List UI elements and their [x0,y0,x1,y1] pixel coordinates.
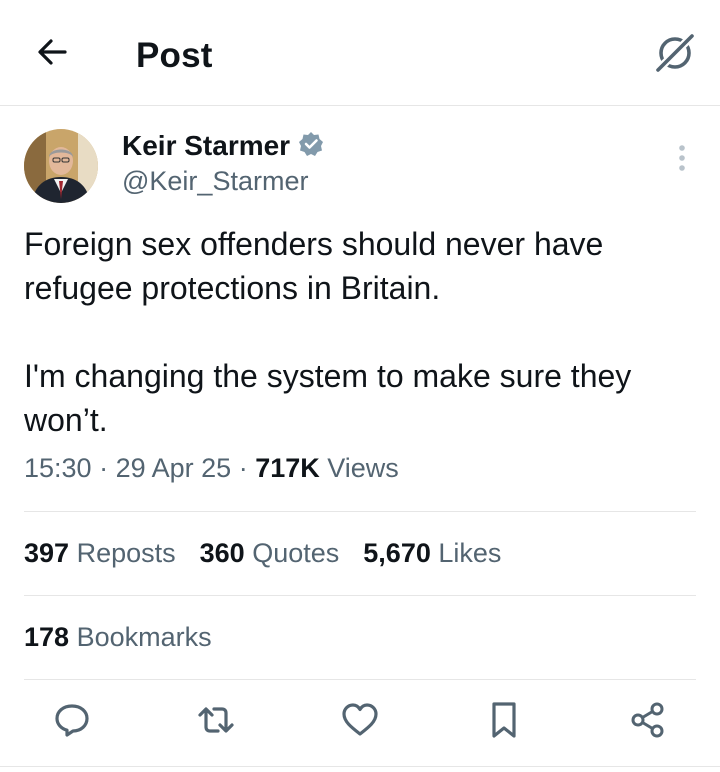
divider [24,679,696,680]
reposts-count: 397 [24,538,70,568]
action-bar [0,694,720,756]
author-display-name[interactable]: Keir Starmer [122,130,290,162]
grok-button[interactable] [648,28,702,82]
post-text: Foreign sex offenders should never have … [24,222,704,442]
post-time[interactable]: 15:30 [24,453,92,483]
engagement-stats: 397 Reposts 360 Quotes 5,670 Likes [24,538,501,569]
post-paragraph: Foreign sex offenders should never have … [24,226,604,306]
reposts-label: Reposts [76,538,176,568]
likes-count: 5,670 [363,538,431,568]
repost-icon [196,701,236,744]
avatar[interactable] [24,129,98,203]
likes-stat[interactable]: 5,670 Likes [363,538,501,569]
arrow-left-icon [35,35,69,74]
top-bar: Post [0,0,720,106]
share-icon [629,701,667,744]
more-options-button[interactable] [664,140,700,180]
author-name-row: Keir Starmer [122,130,324,162]
like-icon [341,702,379,743]
divider [24,511,696,512]
bookmarks-label: Bookmarks [76,622,212,652]
back-button[interactable] [30,32,74,76]
quotes-count: 360 [199,538,245,568]
verified-badge-icon [298,131,324,162]
quotes-stat[interactable]: 360 Quotes [200,538,340,569]
grok-icon [653,31,697,80]
reply-button[interactable] [44,694,100,750]
bookmark-icon [489,701,519,744]
bookmarks-stat[interactable]: 178 Bookmarks [24,622,212,653]
likes-label: Likes [438,538,502,568]
post-date[interactable]: 29 Apr 25 [116,453,232,483]
bookmark-button[interactable] [476,694,532,750]
like-button[interactable] [332,694,388,750]
views-count: 717K [255,453,320,483]
views-label: Views [327,453,399,483]
page-title: Post [136,36,213,75]
more-vertical-icon [677,143,687,178]
repost-button[interactable] [188,694,244,750]
post-paragraph: I'm changing the system to make sure the… [24,358,632,438]
bottom-divider [0,766,720,767]
reposts-stat[interactable]: 397 Reposts [24,538,176,569]
post-meta: 15:30 · 29 Apr 25 · 717K Views [24,453,399,483]
reply-icon [53,701,91,744]
author-handle[interactable]: @Keir_Starmer [122,166,308,197]
bookmarks-count: 178 [24,622,70,652]
divider [24,595,696,596]
share-button[interactable] [620,694,676,750]
quotes-label: Quotes [252,538,340,568]
